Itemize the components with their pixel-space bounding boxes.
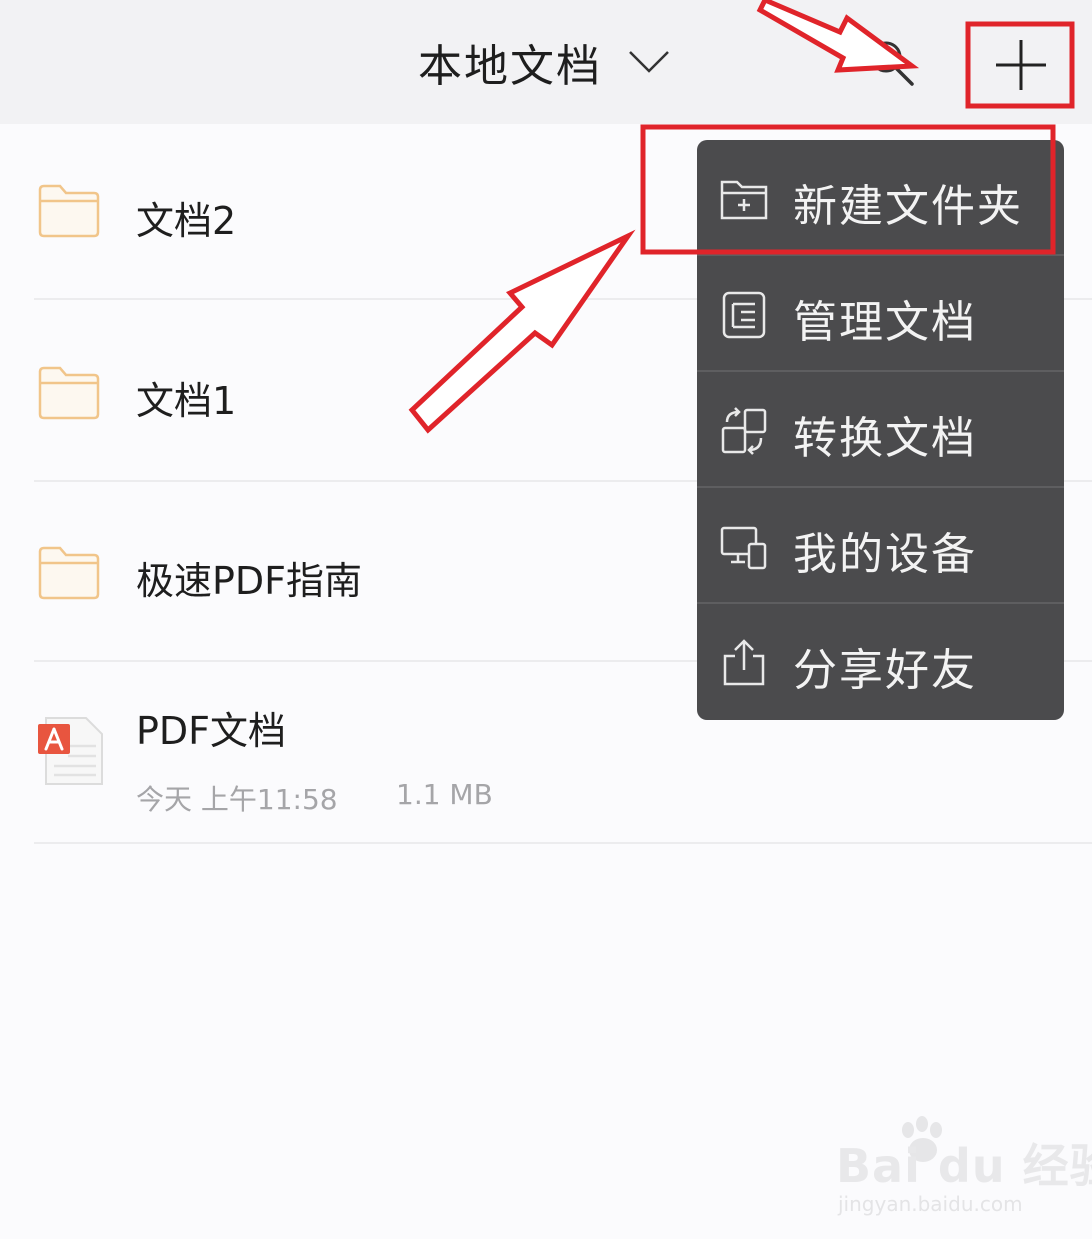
file-name: 文档2: [136, 199, 237, 243]
folder-icon: [38, 184, 100, 238]
page-title: 本地文档: [418, 41, 602, 92]
menu-item-label: 转换文档: [793, 413, 977, 464]
add-button[interactable]: [980, 28, 1062, 100]
menu-item-new-folder[interactable]: 新建文件夹: [697, 140, 1064, 256]
manage-icon: [722, 291, 766, 339]
menu-item-label: 我的设备: [793, 529, 977, 580]
folder-icon: [38, 546, 100, 600]
top-bar: 本地文档: [0, 0, 1092, 124]
file-name: 极速PDF指南: [136, 559, 363, 603]
device-icon: [720, 526, 767, 570]
menu-item-manage[interactable]: 管理文档: [697, 256, 1064, 372]
menu-item-devices[interactable]: 我的设备: [697, 488, 1064, 604]
share-icon: [723, 639, 765, 686]
file-name: PDF文档: [136, 709, 287, 753]
file-date: 今天 上午11:58: [136, 783, 338, 816]
add-menu: 新建文件夹 管理文档 转换文档 我的设备 分享好友: [697, 140, 1064, 720]
search-icon[interactable]: [858, 30, 922, 94]
menu-item-label: 管理文档: [793, 297, 977, 348]
new-folder-icon: [720, 180, 768, 220]
menu-item-convert[interactable]: 转换文档: [697, 372, 1064, 488]
menu-item-label: 分享好友: [793, 645, 977, 696]
folder-icon: [38, 366, 100, 420]
pdf-file-icon: [38, 717, 103, 785]
file-size: 1.1 MB: [396, 778, 493, 811]
menu-item-share[interactable]: 分享好友: [697, 604, 1064, 720]
watermark-text: Bai du 经验: [836, 1139, 1092, 1193]
divider: [34, 842, 1092, 844]
chevron-down-icon: [629, 51, 669, 73]
menu-item-label: 新建文件夹: [793, 181, 1023, 232]
file-name: 文档1: [136, 379, 237, 423]
watermark-url: jingyan.baidu.com: [838, 1192, 1023, 1216]
convert-icon: [721, 407, 767, 455]
location-selector[interactable]: 本地文档: [418, 30, 670, 94]
